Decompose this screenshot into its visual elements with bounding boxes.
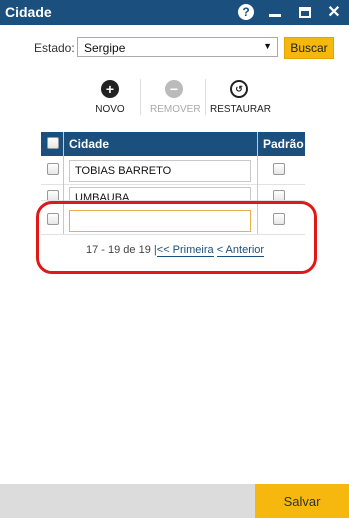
table-header: Cidade Padrão — [41, 132, 305, 156]
column-header-cidade: Cidade — [69, 137, 110, 151]
remover-button[interactable]: − REMOVER — [150, 80, 201, 115]
close-icon[interactable]: ✕ — [325, 3, 343, 21]
cidade-input[interactable]: UMBAUBA — [69, 187, 251, 200]
restaurar-label: RESTAURAR — [210, 104, 271, 115]
cidade-input[interactable]: TOBIAS BARRETO — [69, 160, 251, 182]
column-header-padrao: Padrão — [263, 137, 304, 151]
estado-label: Estado: — [34, 41, 75, 55]
help-icon[interactable]: ? — [237, 3, 255, 21]
novo-label: NOVO — [95, 104, 125, 115]
select-all-checkbox[interactable] — [47, 137, 59, 149]
salvar-button[interactable]: Salvar — [255, 484, 349, 518]
toolbar-divider — [140, 79, 141, 115]
minus-icon: − — [165, 80, 183, 98]
novo-button[interactable]: + NOVO — [93, 80, 127, 115]
row-select-checkbox[interactable] — [47, 190, 59, 200]
buscar-button[interactable]: Buscar — [284, 37, 334, 59]
chevron-down-icon: ▼ — [263, 41, 272, 51]
table-row: UMBAUBA — [41, 184, 305, 201]
padrao-checkbox[interactable] — [273, 190, 285, 200]
restore-icon: ↺ — [230, 80, 248, 98]
title-bar: Cidade ? ✕ — [0, 0, 349, 25]
restaurar-button[interactable]: ↺ RESTAURAR — [210, 80, 271, 115]
padrao-checkbox[interactable] — [273, 163, 285, 175]
estado-select[interactable]: Sergipe ▼ — [77, 37, 278, 57]
plus-icon: + — [101, 80, 119, 98]
remover-label: REMOVER — [150, 104, 201, 115]
highlight-annotation — [36, 201, 317, 274]
estado-selected-value: Sergipe — [84, 41, 126, 55]
window-title: Cidade — [5, 4, 52, 20]
minimize-icon[interactable] — [266, 3, 284, 21]
toolbar-divider — [205, 79, 206, 115]
table-row: TOBIAS BARRETO — [41, 157, 305, 185]
maximize-icon[interactable] — [296, 3, 314, 21]
row-select-checkbox[interactable] — [47, 163, 59, 175]
